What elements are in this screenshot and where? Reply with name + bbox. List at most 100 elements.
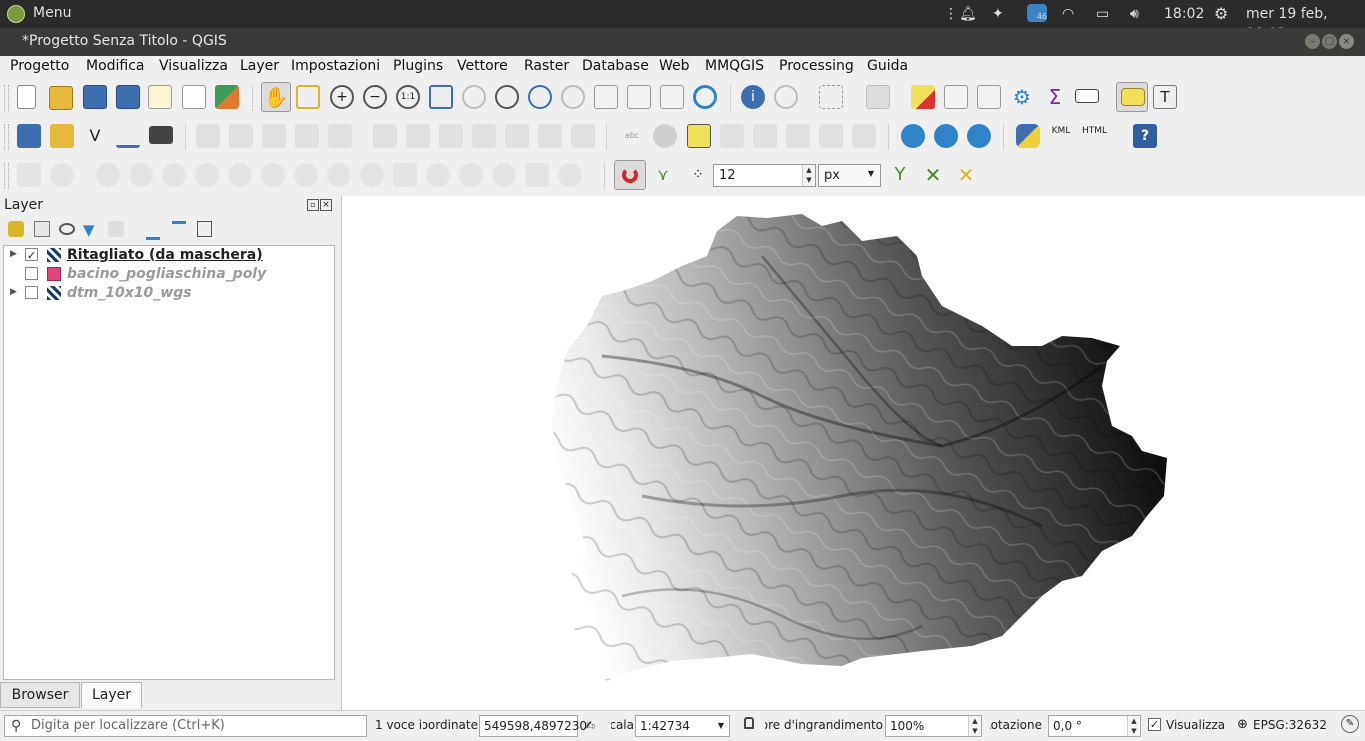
deselect-all-icon[interactable] [911,85,935,109]
zoom-next-icon[interactable] [561,85,585,109]
split-parts-icon[interactable] [393,163,417,187]
help-icon[interactable]: ? [1133,124,1157,148]
coordinate-field[interactable]: 549598,4897230 [479,715,587,737]
date-display[interactable]: mer 19 feb, 18.02 [1246,4,1365,42]
action-run-icon[interactable] [774,85,798,109]
menu-plugins[interactable]: Plugins [393,58,443,74]
labeling-abc-icon[interactable]: abc [620,124,644,148]
add-vector-layer-icon[interactable]: V [83,124,107,148]
expand-arrow-icon[interactable]: ▶ [10,287,17,297]
open-project-icon[interactable] [49,86,73,110]
menu-modifica[interactable]: Modifica [86,58,145,74]
map-tips-toggle[interactable] [1116,82,1148,112]
scale-combo[interactable]: 1:42734 ▼ [635,715,730,737]
clock[interactable]: 18:02 [1164,4,1204,24]
merge-features-icon[interactable] [426,163,450,187]
select-features-icon[interactable] [819,85,843,109]
add-group-icon[interactable] [34,221,50,237]
zoom-to-selection-icon[interactable] [462,85,486,109]
toolbar-handle[interactable] [4,163,9,189]
layer-row[interactable]: ▶ dtm_10x10_wgs [4,284,332,303]
map-canvas[interactable] [341,196,1365,710]
menu-visualizza[interactable]: Visualizza [159,58,228,74]
menu-progetto[interactable]: Progetto [10,58,69,74]
locator-search-input[interactable]: ⚲ Digita per localizzare (Ctrl+K) [4,715,367,737]
data-source-manager-icon[interactable] [17,124,41,148]
add-part-icon[interactable] [96,163,120,187]
toggle-editing-icon[interactable] [229,124,253,148]
close-icon[interactable]: × [1339,34,1354,49]
settings-gear-icon[interactable]: ⚙ [1214,4,1228,24]
kml-export-icon[interactable]: KML [1049,124,1073,148]
save-as-icon[interactable] [116,85,140,109]
simplify-feature-icon[interactable] [327,163,351,187]
add-delimited-text-icon[interactable] [116,124,140,148]
magnifier-spinbox[interactable]: 100% ▲ ▼ [885,715,982,737]
layer-visibility-checkbox[interactable] [25,286,38,299]
toolbar-handle[interactable] [4,85,9,111]
volume-icon[interactable]: 🔊︎ [1130,4,1139,24]
style-manager-icon[interactable] [215,85,239,109]
snap-type-icon[interactable]: ⁘ [686,163,710,187]
add-temporary-layer-icon[interactable] [149,126,173,144]
messages-icon[interactable]: ✎ [1341,715,1359,733]
new-project-icon[interactable] [17,85,36,109]
layer-tree[interactable]: ▶ ✓ Ritagliato (da maschera) bacino_pogl… [3,245,335,680]
field-calculator-icon[interactable] [977,85,1001,109]
change-label-icon[interactable] [852,124,876,148]
expand-all-icon[interactable] [146,221,160,240]
identify-features-icon[interactable]: i [741,85,765,109]
cut-features-icon[interactable] [439,124,463,148]
menu-guida[interactable]: Guida [867,58,908,74]
highlight-pinned-labels-icon[interactable] [687,124,711,148]
toggle-extents-icon[interactable]: ✍ [584,719,595,734]
snap-mode-icon[interactable]: ⋎ [651,163,675,187]
expand-arrow-icon[interactable]: ▶ [10,249,17,259]
crs-button[interactable]: EPSG:32632 [1253,718,1327,732]
open-attribute-table-icon[interactable] [944,85,968,109]
close-panel-icon[interactable]: × [320,199,332,211]
spin-arrows-icon[interactable]: ▲ ▼ [802,165,815,186]
vertex-tool-icon[interactable] [328,124,352,148]
zoom-in-icon[interactable]: + [330,85,354,109]
menu-web[interactable]: Web [659,58,690,74]
rotate-label-icon[interactable] [819,124,843,148]
style-panel-icon[interactable] [8,221,24,237]
weather-icon[interactable]: 46 [1027,4,1047,22]
paste-features-icon[interactable] [505,124,529,148]
menu-impostazioni[interactable]: Impostazioni [291,58,380,74]
new-map-view-icon[interactable] [594,85,618,109]
layer-row[interactable]: ▶ ✓ Ritagliato (da maschera) [4,246,332,265]
dropbox-icon[interactable]: ✦ [992,4,1004,24]
add-feature-icon[interactable] [295,124,319,148]
text-annotation-icon[interactable]: T [1153,85,1177,109]
select-by-value-icon[interactable] [866,85,890,109]
save-edits-icon[interactable] [262,124,286,148]
modify-attributes-icon[interactable] [373,124,397,148]
rotation-spinbox[interactable]: 0,0 ° ▲ ▼ [1048,715,1141,737]
menu-database[interactable]: Database [582,58,649,74]
metasearch-icon[interactable] [967,124,991,148]
reshape-features-icon[interactable] [228,163,252,187]
fill-ring-icon[interactable] [129,163,153,187]
add-wfs-layer-icon[interactable] [934,124,958,148]
zoom-to-layer-icon[interactable] [495,85,519,109]
redo-icon[interactable] [571,124,595,148]
layout-manager-icon[interactable] [182,85,206,109]
move-label-icon[interactable] [786,124,810,148]
self-snapping-icon[interactable]: ✕ [954,163,978,187]
battery-icon[interactable]: ▭ [1096,4,1109,24]
pin-labels-icon[interactable] [720,124,744,148]
filter-expression-icon[interactable] [108,221,124,237]
spin-arrows-icon[interactable]: ▲ ▼ [1127,716,1140,736]
menu-processing[interactable]: Processing [779,58,854,74]
filter-legend-icon[interactable]: ▼ [83,221,95,239]
measure-line-icon[interactable] [1075,89,1099,103]
copy-features-icon[interactable] [472,124,496,148]
snapping-unit-select[interactable]: px ▼ [818,164,881,187]
offset-point-symbols-icon[interactable] [525,163,549,187]
remove-layer-icon[interactable] [197,221,212,237]
save-project-icon[interactable] [83,85,107,109]
spin-arrows-icon[interactable]: ▲ ▼ [968,716,981,736]
snap-intersection-icon[interactable]: ✕ [921,163,945,187]
